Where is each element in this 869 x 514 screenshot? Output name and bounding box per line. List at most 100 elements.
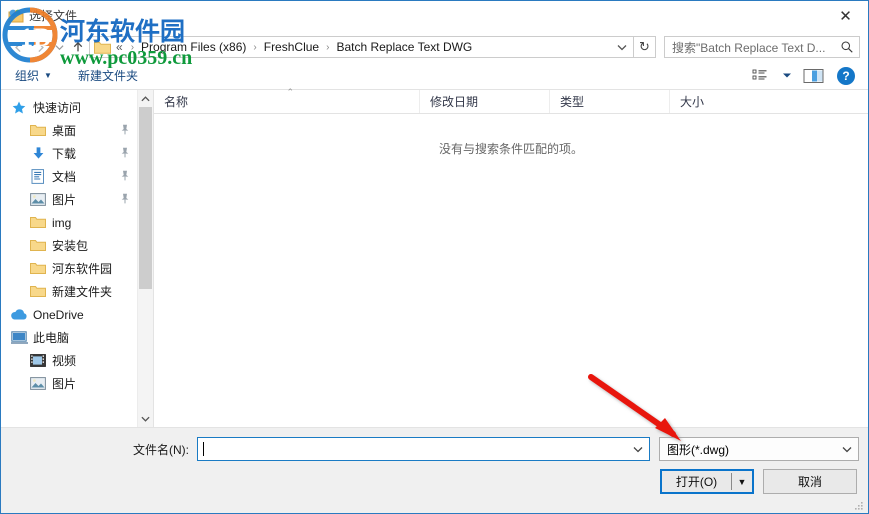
pictures-icon [29,376,47,392]
search-box[interactable]: 搜索"Batch Replace Text D... [664,36,860,58]
new-folder-label: 新建文件夹 [77,69,138,83]
organize-label: 组织 [15,69,40,83]
scrollbar-thumb[interactable] [139,107,152,289]
organize-button[interactable]: 组织 ▼ [15,67,52,84]
file-type-value: 图形(*.dwg) [667,442,730,457]
pictures-icon [29,192,47,208]
breadcrumb: « › Program Files (x86) › FreshClue › Ba… [114,40,611,54]
column-header-label: 类型 [560,95,585,109]
column-header-0[interactable]: 名称 ⌃ [154,87,419,113]
forward-arrow-icon[interactable] [29,35,51,59]
file-type-chevron-down-icon[interactable] [836,446,858,453]
nav-item-label: 文档 [52,170,77,184]
document-icon [29,169,47,185]
nav-item-4[interactable]: 图片 [1,188,137,211]
breadcrumb-item-1[interactable]: FreshClue [262,40,321,54]
preview-pane-icon[interactable] [796,64,832,88]
up-arrow-icon[interactable] [67,35,89,59]
folder-icon [94,40,111,54]
file-type-dropdown[interactable]: 图形(*.dwg) [659,437,859,461]
refresh-button[interactable]: ↻ [634,36,656,58]
nav-item-8[interactable]: 新建文件夹 [1,280,137,303]
sort-caret-icon: ⌃ [286,87,295,97]
address-bar-row: « › Program Files (x86) › FreshClue › Ba… [1,32,868,62]
scrollbar-track[interactable] [138,107,153,410]
nav-item-6[interactable]: 安装包 [1,234,137,257]
nav-item-label: 快速访问 [33,101,82,115]
nav-item-label: 安装包 [52,239,89,253]
chevron-down-icon: ▼ [44,71,52,80]
file-name-label: 文件名(N): [133,442,189,457]
search-icon [835,40,859,54]
nav-item-label: img [52,215,72,230]
column-header-label: 修改日期 [430,95,479,109]
recent-locations-chevron-down-icon[interactable] [51,35,67,59]
column-header-label: 名称 [164,95,189,109]
file-name-row: 文件名(N): 图形(*.dwg) [1,436,868,462]
file-list-pane[interactable]: 名称 ⌃ 修改日期 类型 大小 没有与搜索条件匹配的项。 [154,87,868,427]
nav-item-3[interactable]: 文档 [1,165,137,188]
nav-item-5[interactable]: img [1,211,137,234]
address-dropdown-chevron-down-icon[interactable] [611,37,633,57]
nav-item-label: 视频 [52,354,77,368]
pin-icon[interactable] [119,193,131,207]
new-folder-button[interactable]: 新建文件夹 [78,67,138,84]
nav-item-2[interactable]: 下载 [1,142,137,165]
text-caret [203,442,204,456]
folder-icon [29,238,47,254]
file-name-chevron-down-icon[interactable] [627,446,649,453]
help-button[interactable]: ? [832,64,860,88]
scroll-up-button[interactable] [138,90,153,107]
view-dropdown-chevron-down-icon[interactable] [778,64,796,88]
column-header-label: 大小 [680,95,705,109]
star-icon [10,100,28,116]
computer-icon [10,330,28,346]
nav-item-12[interactable]: 图片 [1,372,137,395]
dialog-footer: 文件名(N): 图形(*.dwg) 打开(O) ▼ 取消 [1,427,868,513]
pin-icon[interactable] [119,170,131,184]
nav-item-label: 新建文件夹 [52,285,113,299]
folder-icon [29,261,47,277]
open-split-chevron-down-icon[interactable]: ▼ [732,477,752,487]
address-bar[interactable]: « › Program Files (x86) › FreshClue › Ba… [89,36,634,58]
nav-item-7[interactable]: 河东软件园 [1,257,137,280]
pin-icon[interactable] [119,124,131,138]
nav-item-0[interactable]: 快速访问 [1,96,137,119]
column-header-1[interactable]: 修改日期 [419,90,549,113]
nav-item-1[interactable]: 桌面 [1,119,137,142]
nav-item-10[interactable]: 此电脑 [1,326,137,349]
pin-icon[interactable] [119,147,131,161]
column-header-2[interactable]: 类型 [549,90,669,113]
nav-item-label: OneDrive [33,307,84,322]
open-button[interactable]: 打开(O) ▼ [660,469,754,494]
column-header-3[interactable]: 大小 [669,90,754,113]
nav-item-label: 下载 [52,147,77,161]
download-icon [29,146,47,162]
file-open-dialog: 选择文件 ✕ « › Program Files (x86) › FreshCl… [0,0,869,514]
nav-item-9[interactable]: OneDrive [1,303,137,326]
breadcrumb-separator: › [326,41,330,53]
navigation-scrollbar[interactable] [137,90,153,427]
cancel-button[interactable]: 取消 [763,469,857,494]
back-arrow-icon[interactable] [7,35,29,59]
video-icon [29,353,47,369]
scroll-down-button[interactable] [138,410,153,427]
folder-icon [29,215,47,231]
file-name-input[interactable] [197,437,650,461]
toolbar: 组织 ▼ 新建文件夹 ? [1,62,868,90]
folder-icon [29,284,47,300]
toolbar-right-group: ? [748,64,860,88]
breadcrumb-overflow[interactable]: « [114,40,126,54]
cloud-icon [10,307,28,323]
nav-item-11[interactable]: 视频 [1,349,137,372]
open-button-label: 打开(O) [675,475,718,489]
breadcrumb-item-2[interactable]: Batch Replace Text DWG [334,40,474,54]
close-button[interactable]: ✕ [823,1,868,30]
search-input[interactable]: 搜索"Batch Replace Text D... [665,39,835,56]
empty-state-message: 没有与搜索条件匹配的项。 [438,142,583,156]
view-list-icon[interactable] [748,64,778,88]
breadcrumb-item-0[interactable]: Program Files (x86) [139,40,248,54]
dialog-body: 快速访问桌面下载文档图片 img 安装包河东软件园新建文件夹 OneDrive 此电脑视… [1,87,868,427]
resize-grip-icon[interactable] [854,500,864,510]
footer-button-row: 打开(O) ▼ 取消 [1,462,868,494]
